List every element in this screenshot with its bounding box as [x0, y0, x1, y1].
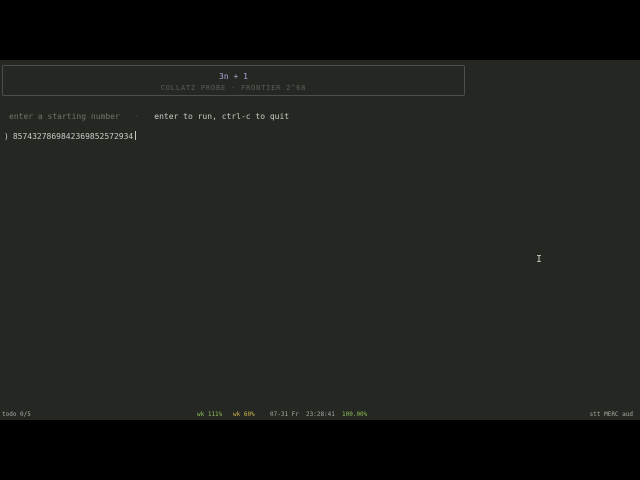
number-input[interactable]	[12, 131, 143, 143]
hint-keys: enter to run, ctrl-c to quit	[154, 112, 290, 121]
status-time: 23:28:41	[306, 411, 335, 418]
status-wk-1: wk 111%	[197, 411, 223, 418]
status-battery: 100.00%	[342, 411, 368, 418]
prompt-symbol: )	[4, 132, 9, 141]
title-banner: 3n + 1 COLLATZ PROBE · FRONTIER 2^68	[2, 65, 465, 96]
banner-subtitle: COLLATZ PROBE · FRONTIER 2^68	[160, 84, 307, 92]
status-bar: todo 0/5 wk 111% wk 60% 07-31 Fr 23:28:4…	[0, 410, 640, 420]
input-prompt-line: )	[4, 131, 143, 143]
terminal-window: 3n + 1 COLLATZ PROBE · FRONTIER 2^68 ent…	[0, 60, 640, 420]
hint-label: enter a starting number	[9, 112, 120, 121]
status-wk-2: wk 60%	[233, 411, 255, 418]
status-right: stt MERC aud	[589, 411, 633, 418]
banner-title: 3n + 1	[219, 72, 248, 81]
text-cursor-icon: I	[536, 254, 543, 265]
instruction-line: enter a starting number · enter to run, …	[9, 111, 289, 123]
status-todo[interactable]: todo 0/5	[2, 410, 31, 420]
text-caret	[134, 131, 136, 140]
hint-separator: ·	[134, 112, 140, 121]
status-date: 07-31 Fr	[270, 411, 299, 418]
